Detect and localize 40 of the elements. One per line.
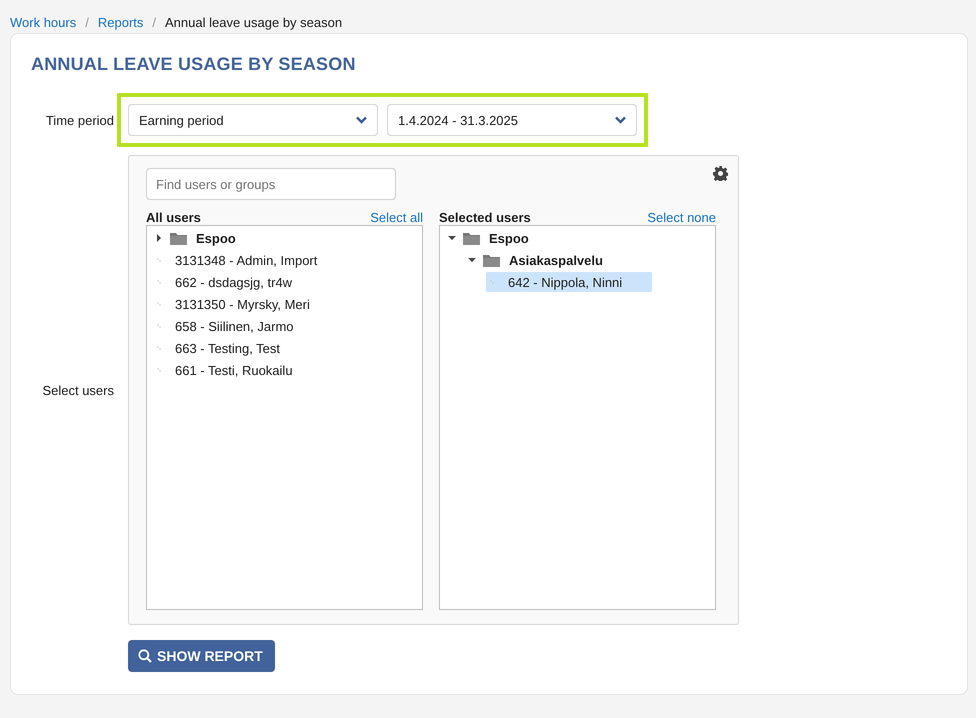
folder-icon [170,232,187,244]
dots-icon [157,324,161,328]
folder-icon [483,254,500,266]
tree-item[interactable]: 3131348 - Admin, Import [153,250,348,270]
breadcrumb-link[interactable]: Work hours [10,14,76,30]
dots-icon [157,258,161,262]
dots-icon [490,280,494,284]
breadcrumb-current: Annual leave usage by season [165,14,342,30]
tree-item[interactable]: 642 - Nippola, Ninni [486,272,652,292]
dots-icon [157,280,161,284]
breadcrumb-separator: / [85,14,89,30]
page-title: ANNUAL LEAVE USAGE BY SEASON [31,54,357,75]
tree-item[interactable]: 663 - Testing, Test [153,338,310,358]
breadcrumb-link[interactable]: Reports [98,14,144,30]
search-field[interactable]: Find users or groups [146,168,396,200]
tree-item[interactable]: 3131350 - Myrsky, Meri [153,294,340,314]
select-all-link[interactable]: Select all [370,210,423,225]
chevron-icon [356,116,367,124]
list-title: All users [146,210,201,225]
folder-icon [463,232,480,244]
settings-icon[interactable] [713,166,728,181]
period-type-dropdown[interactable]: Earning period [128,104,378,136]
field-label: Time period [46,112,115,128]
tree-group[interactable]: Espoo [489,230,529,246]
show-report-button[interactable]: SHOW REPORT [128,640,275,672]
tree-item[interactable]: 658 - Siilinen, Jarmo [153,316,324,336]
tree-group[interactable]: Asiakaspalvelu [509,252,603,268]
period-range-dropdown[interactable]: 1.4.2024 - 31.3.2025 [387,104,637,136]
tree-item[interactable]: 661 - Testi, Ruokailu [153,360,323,380]
dots-icon [157,302,161,306]
tree-group[interactable]: Espoo [196,230,236,246]
list-title: Selected users [439,210,531,225]
select-none-link[interactable]: Select none [647,210,716,225]
field-label: Select users [42,382,115,398]
tree-item[interactable]: 662 - dsdagsjg, tr4w [153,272,322,292]
search-icon [138,649,152,663]
dots-icon [157,346,161,350]
breadcrumb-separator: / [152,14,156,30]
chevron-icon [615,116,626,124]
dots-icon [157,368,161,372]
